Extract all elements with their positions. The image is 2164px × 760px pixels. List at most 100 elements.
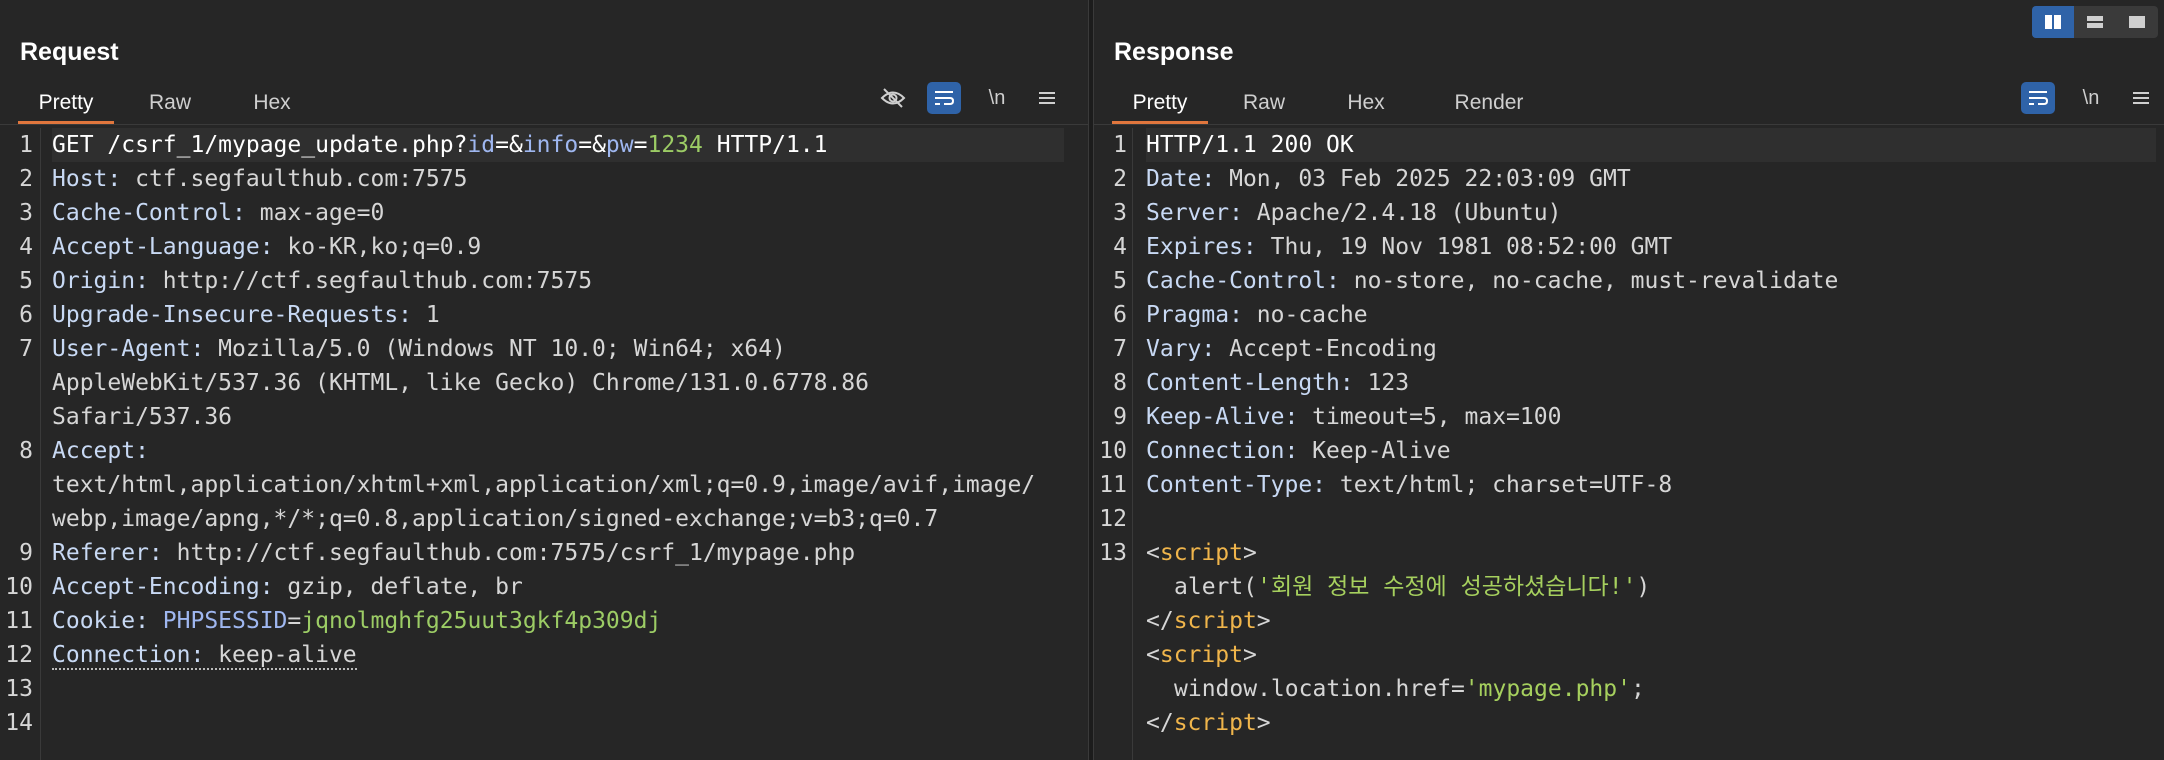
header-line: Content-Length: 123 <box>1146 366 1409 400</box>
header-line: User-Agent: Mozilla/5.0 (Windows NT 10.0… <box>52 332 786 366</box>
header-key: Vary: <box>1146 336 1216 362</box>
js-string: '회원 정보 수정에 성공하셨습니다!' <box>1257 574 1637 600</box>
hide-eye-icon[interactable] <box>876 80 910 116</box>
line-number: 8 <box>19 438 33 464</box>
response-editor[interactable]: 1 2 3 4 5 6 7 8 9 10 11 12 13 HTTP/1.1 2… <box>1094 128 2164 760</box>
param-name: id <box>467 132 496 158</box>
header-line: Connection: keep-alive <box>52 638 357 672</box>
js-string: 'mypage.php' <box>1464 676 1631 702</box>
header-key: Accept-Language: <box>52 234 274 260</box>
header-pair: Connection: keep-alive <box>52 642 357 670</box>
header-line: Accept-Encoding: gzip, deflate, br <box>52 570 523 604</box>
header-value: Apache/2.4.18 (Ubuntu) <box>1242 200 1562 226</box>
header-value: Accept-Encoding <box>1215 336 1437 362</box>
menu-icon[interactable] <box>2126 80 2156 116</box>
js-end: ; <box>1630 676 1645 702</box>
header-line: Content-Type: text/html; charset=UTF-8 <box>1146 468 1672 502</box>
header-key: Connection: <box>1146 438 1299 464</box>
header-value: 123 <box>1353 370 1410 396</box>
request-pane: Request Pretty Raw Hex \n 1 2 3 4 5 6 7 … <box>0 0 1088 760</box>
line-number: 1 <box>19 132 33 158</box>
line-number: 3 <box>19 200 33 226</box>
request-method-path: GET /csrf_1/mypage_update.php? <box>52 132 468 158</box>
header-value: text/html; charset=UTF-8 <box>1326 472 1673 498</box>
word-wrap-icon[interactable] <box>2021 82 2055 114</box>
param-sep: =& <box>495 132 523 158</box>
header-line: Pragma: no-cache <box>1146 298 1368 332</box>
param-name: info <box>522 132 579 158</box>
body-line: <script> <box>1146 638 1257 672</box>
header-value-wrap: webp,image/apng,*/*;q=0.8,application/si… <box>52 506 939 532</box>
header-line: Connection: Keep-Alive <box>1146 434 1451 468</box>
line-number: 4 <box>19 234 33 260</box>
line-number: 10 <box>1099 438 1127 464</box>
header-value: gzip, deflate, br <box>273 574 523 600</box>
tab-pretty[interactable]: Pretty <box>18 82 114 124</box>
header-line: Upgrade-Insecure-Requests: 1 <box>52 298 440 332</box>
tab-raw[interactable]: Raw <box>130 82 210 124</box>
header-value: http://ctf.segfaulthub.com:7575/csrf_1/m… <box>162 540 856 566</box>
cookie-name: PHPSESSID <box>148 608 288 634</box>
tab-hex[interactable]: Hex <box>1326 82 1406 124</box>
header-value: no-store, no-cache, must-revalidate <box>1339 268 1839 294</box>
header-value: Keep-Alive <box>1298 438 1451 464</box>
header-line: Expires: Thu, 19 Nov 1981 08:52:00 GMT <box>1146 230 1672 264</box>
header-key: Server: <box>1146 200 1243 226</box>
line-number: 12 <box>1099 506 1127 532</box>
header-key: Accept: <box>52 438 149 464</box>
header-key: Pragma: <box>1146 302 1243 328</box>
tag-bracket: < <box>1146 540 1160 566</box>
header-value: http://ctf.segfaulthub.com:7575 <box>148 268 593 294</box>
response-pane: Response Pretty Raw Hex Render \n 1 2 3 … <box>1094 0 2164 760</box>
line-number: 11 <box>1099 472 1127 498</box>
header-value: Mozilla/5.0 (Windows NT 10.0; Win64; x64… <box>204 336 786 362</box>
line-number: 6 <box>1113 302 1127 328</box>
line-number: 10 <box>5 574 33 600</box>
header-line: Cache-Control: no-store, no-cache, must-… <box>1146 264 1838 298</box>
header-key: Connection: <box>52 642 205 668</box>
request-editor[interactable]: 1 2 3 4 5 6 7 8 9 10 11 12 13 14 GET /cs… <box>0 128 1088 760</box>
newline-toggle[interactable]: \n <box>980 80 1014 116</box>
param-sep: = <box>633 132 648 158</box>
header-value-wrap: Safari/537.36 <box>52 404 233 430</box>
line-number: 5 <box>19 268 33 294</box>
header-line: Accept: <box>52 434 149 468</box>
menu-icon[interactable] <box>1032 80 1062 116</box>
word-wrap-icon[interactable] <box>927 82 961 114</box>
line-number: 6 <box>19 302 33 328</box>
tag-name: script <box>1159 642 1243 668</box>
header-key: Host: <box>52 166 122 192</box>
header-key: User-Agent: <box>52 336 205 362</box>
tab-hex[interactable]: Hex <box>232 82 312 124</box>
newline-toggle[interactable]: \n <box>2074 80 2108 116</box>
body-line: </script> <box>1146 604 1271 638</box>
header-value-wrap: text/html,application/xhtml+xml,applicat… <box>52 472 1036 498</box>
header-line: Origin: http://ctf.segfaulthub.com:7575 <box>52 264 592 298</box>
header-line: Accept-Language: ko-KR,ko;q=0.9 <box>52 230 481 264</box>
line-number: 13 <box>1099 540 1127 566</box>
request-title: Request <box>20 38 119 66</box>
status-text: HTTP/1.1 200 OK <box>1146 132 1354 158</box>
header-value: timeout=5, max=100 <box>1298 404 1562 430</box>
param-value: 1234 <box>647 132 703 158</box>
body-line: alert('회원 정보 수정에 성공하셨습니다!') <box>1174 570 1650 604</box>
line-number: 13 <box>5 676 33 702</box>
tab-pretty[interactable]: Pretty <box>1112 82 1208 124</box>
cookie-eq: = <box>287 608 302 634</box>
tab-render[interactable]: Render <box>1434 82 1544 124</box>
header-value: keep-alive <box>204 642 357 668</box>
response-title: Response <box>1114 38 1234 66</box>
param-name: pw <box>605 132 634 158</box>
header-key: Origin: <box>52 268 149 294</box>
line-number: 1 <box>1113 132 1127 158</box>
tab-raw[interactable]: Raw <box>1224 82 1304 124</box>
header-key: Content-Type: <box>1146 472 1327 498</box>
body-line: window.location.href='mypage.php'; <box>1174 672 1645 706</box>
header-key: Cache-Control: <box>1146 268 1340 294</box>
header-line: Cookie: PHPSESSID=jqnolmghfg25uut3gkf4p3… <box>52 604 661 638</box>
line-number: 5 <box>1113 268 1127 294</box>
line-number: 12 <box>5 642 33 668</box>
tag-bracket: > <box>1242 642 1257 668</box>
tag-bracket: < <box>1146 642 1160 668</box>
header-line: Date: Mon, 03 Feb 2025 22:03:09 GMT <box>1146 162 1631 196</box>
